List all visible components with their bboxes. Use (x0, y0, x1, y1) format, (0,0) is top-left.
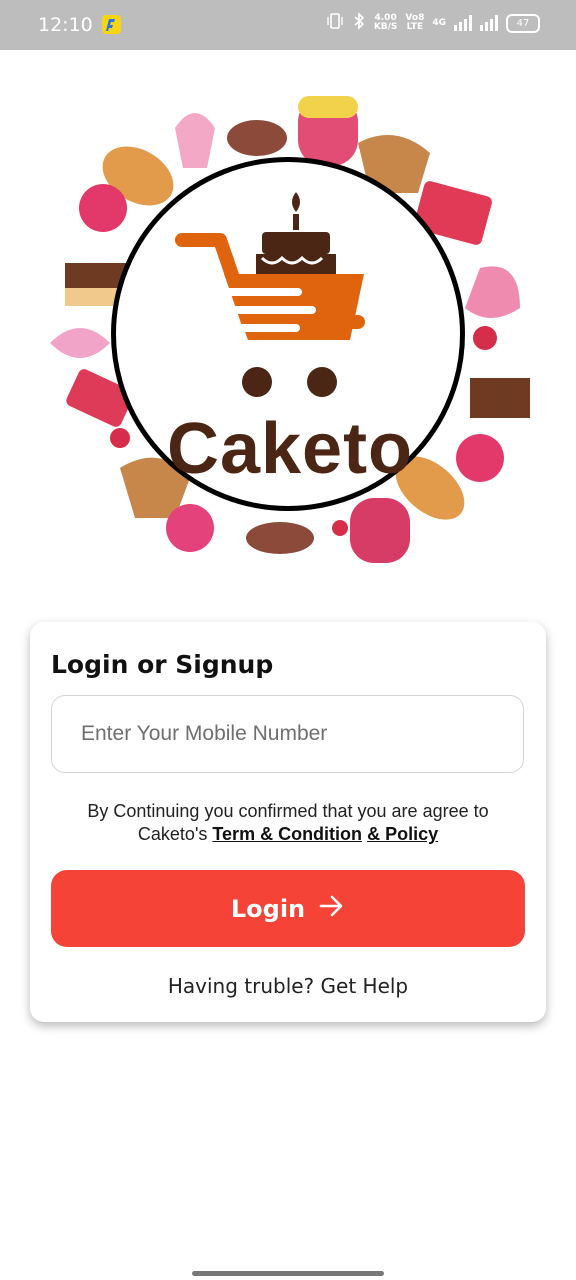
caketo-logo: Caketo (40, 88, 540, 568)
mobile-number-input[interactable] (51, 695, 524, 773)
status-time: 12:10 (38, 14, 93, 36)
terms-text: By Continuing you confirmed that you are… (30, 800, 546, 846)
volte-bottom: LTE (406, 22, 424, 32)
signal-icon-2 (480, 15, 498, 31)
get-help-link[interactable]: Having truble? Get Help (30, 974, 546, 998)
network-type: 4G (432, 17, 446, 28)
terms-condition-link[interactable]: Term & Condition (212, 824, 362, 844)
home-indicator[interactable] (192, 1271, 384, 1276)
bluetooth-icon (352, 12, 366, 34)
policy-link[interactable]: & Policy (367, 824, 438, 844)
terms-line-2: Caketo's Term & Condition & Policy (30, 823, 546, 846)
login-title: Login or Signup (51, 650, 274, 679)
login-button-label: Login (230, 894, 306, 923)
volte-indicator: Vo8 LTE (405, 14, 424, 32)
arrow-right-icon (319, 895, 345, 923)
speed-unit: KB/S (373, 22, 398, 32)
vibrate-icon (326, 12, 344, 34)
signal-icon-1 (454, 15, 472, 31)
login-card: Login or Signup By Continuing you confir… (30, 622, 546, 1022)
terms-prefix: Caketo's (137, 824, 213, 844)
network-speed: 4.00 KB/S (374, 14, 398, 32)
terms-line-1: By Continuing you confirmed that you are… (87, 801, 489, 821)
status-icons: 4.00 KB/S Vo8 LTE 4G 47 (326, 12, 540, 34)
status-bar: 12:10 4.00 KB/S Vo8 LTE 4G 47 (0, 0, 576, 50)
login-button[interactable]: Login (51, 870, 525, 947)
flipkart-notification-icon (102, 15, 121, 34)
logo-brand-name: Caketo (166, 409, 414, 489)
battery-icon: 47 (506, 13, 540, 33)
